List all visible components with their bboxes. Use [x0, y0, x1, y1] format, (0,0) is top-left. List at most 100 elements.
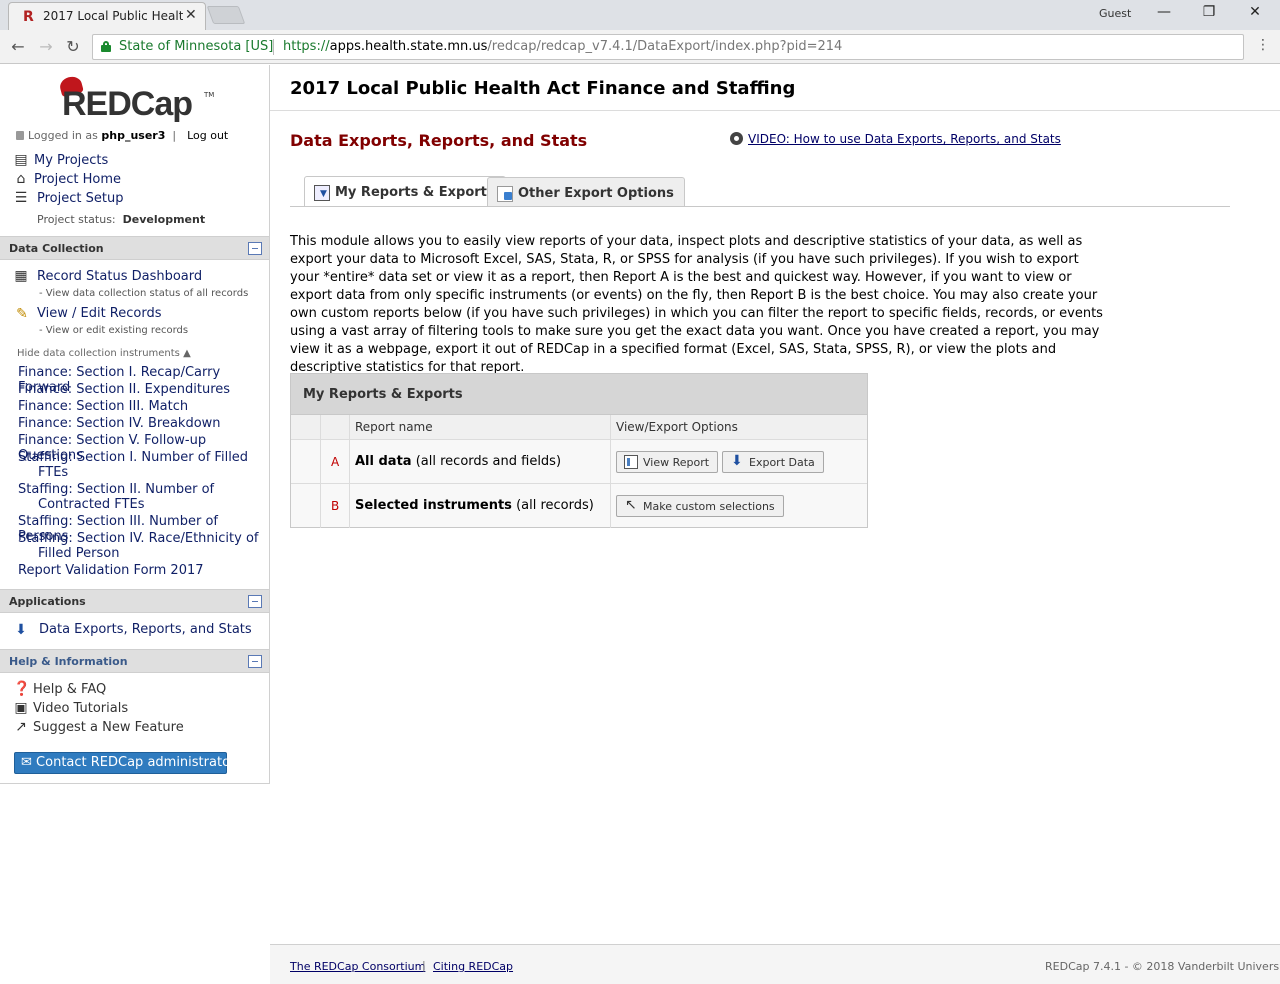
- secure-lock-icon[interactable]: [101, 41, 111, 52]
- document-icon: [497, 186, 513, 202]
- film-reel-icon: [730, 132, 743, 145]
- contact-admin-button[interactable]: ✉ Contact REDCap administrator: [14, 752, 235, 774]
- url-text[interactable]: https://apps.health.state.mn.us/redcap/r…: [283, 39, 842, 54]
- address-separator: [273, 39, 274, 55]
- instrument-link-continued[interactable]: FTEs: [38, 465, 283, 480]
- reports-table-header: My Reports & Exports: [291, 374, 867, 415]
- instrument-link[interactable]: Finance: Section IV. Breakdown: [18, 416, 263, 431]
- report-letter: A: [331, 455, 340, 469]
- sidebar-item-suggest-feature[interactable]: Suggest a New Feature: [33, 720, 184, 735]
- browser-tab-bar: R 2017 Local Public Health ✕ Guest — ❐ ✕: [0, 0, 1280, 30]
- sidebar-item-video-tutorials[interactable]: Video Tutorials: [33, 701, 128, 716]
- tab-my-reports-exports[interactable]: My Reports & Exports: [304, 176, 506, 207]
- project-status-value: Development: [122, 213, 206, 226]
- make-custom-selections-button[interactable]: Make custom selections: [616, 495, 784, 517]
- browser-menu-icon[interactable]: ⋮: [1256, 37, 1270, 53]
- tab-other-export-options[interactable]: Other Export Options: [487, 177, 685, 207]
- logout-link[interactable]: Log out: [187, 129, 228, 142]
- version-copyright: REDCap 7.4.1 - © 2018 Vanderbilt Univers…: [1045, 960, 1280, 973]
- report-letter: B: [331, 499, 340, 513]
- hide-instruments-toggle[interactable]: Hide data collection instruments ▲: [17, 348, 191, 359]
- film-icon: ▣: [14, 700, 28, 716]
- dashboard-grid-icon: ▦: [14, 268, 28, 284]
- video-link[interactable]: VIDEO: How to use Data Exports, Reports,…: [730, 132, 1061, 146]
- reload-icon[interactable]: ↻: [63, 37, 83, 56]
- tabs-divider: [290, 206, 1230, 207]
- secure-org-label[interactable]: State of Minnesota [US]: [119, 39, 273, 54]
- instrument-link[interactable]: Finance: Section III. Match: [18, 399, 263, 414]
- minimize-icon[interactable]: —: [1154, 4, 1174, 20]
- edit-records-icon: ✎: [16, 306, 28, 322]
- data-export-icon: ⬇: [15, 622, 27, 638]
- browser-toolbar: ← → ↻ State of Minnesota [US] https://ap…: [0, 30, 1280, 64]
- sidebar-item-view-edit-records[interactable]: View / Edit Records: [37, 306, 162, 321]
- trademark-mark: TM: [204, 91, 215, 99]
- sidebar-item-project-setup[interactable]: Project Setup: [37, 191, 123, 206]
- instrument-link-continued[interactable]: Filled Person: [38, 546, 283, 561]
- sidebar-item-my-projects[interactable]: My Projects: [34, 153, 108, 168]
- instrument-link[interactable]: Finance: Section II. Expenditures: [18, 382, 263, 397]
- project-status: Project status: Development: [37, 213, 206, 226]
- sidebar: REDCap TM Logged in as php_user3 | Log o…: [0, 65, 270, 784]
- browser-tab[interactable]: R 2017 Local Public Health ✕: [8, 2, 206, 30]
- table-row: B Selected instruments (all records) Mak…: [291, 484, 867, 528]
- forward-arrow-icon[interactable]: →: [36, 37, 56, 56]
- address-bar[interactable]: State of Minnesota [US] https://apps.hea…: [92, 34, 1244, 60]
- reports-table: My Reports & Exports Report name View/Ex…: [290, 373, 868, 528]
- collapse-applications-icon[interactable]: [248, 595, 262, 608]
- sidebar-item-project-home[interactable]: Project Home: [34, 172, 121, 187]
- envelope-icon: ✉: [21, 755, 32, 770]
- sidebar-item-help-faq[interactable]: Help & FAQ: [33, 682, 106, 697]
- applications-header: Applications: [0, 589, 269, 613]
- instrument-link[interactable]: Report Validation Form 2017: [18, 563, 263, 578]
- external-link-icon: ↗: [15, 719, 27, 735]
- report-name: Selected instruments (all records): [355, 498, 594, 513]
- back-arrow-icon[interactable]: ←: [8, 37, 28, 56]
- cursor-icon: [624, 497, 638, 513]
- data-collection-title: Data Collection: [9, 242, 104, 255]
- table-row: A All data (all records and fields) View…: [291, 440, 867, 484]
- export-arrow-icon: [730, 453, 744, 469]
- page-title: 2017 Local Public Health Act Finance and…: [290, 78, 796, 99]
- data-collection-header: Data Collection: [0, 236, 269, 260]
- applications-title: Applications: [9, 595, 86, 608]
- reports-table-title: My Reports & Exports: [303, 387, 463, 402]
- export-tab-icon: [314, 185, 330, 201]
- guest-profile-label[interactable]: Guest: [1099, 7, 1131, 20]
- instrument-link[interactable]: Staffing: Section IV. Race/Ethnicity of: [18, 531, 263, 546]
- reports-column-headers: Report name View/Export Options: [291, 415, 867, 440]
- collapse-help-icon[interactable]: [248, 655, 262, 668]
- export-data-button[interactable]: Export Data: [722, 451, 824, 473]
- sidebar-item-data-exports[interactable]: Data Exports, Reports, and Stats: [39, 622, 252, 637]
- sidebar-item-record-status-dashboard[interactable]: Record Status Dashboard: [37, 269, 202, 284]
- my-projects-icon: ▤: [14, 152, 28, 168]
- view-report-button[interactable]: View Report: [616, 451, 719, 473]
- instrument-link[interactable]: Staffing: Section I. Number of Filled: [18, 450, 263, 465]
- close-tab-icon[interactable]: ✕: [185, 7, 197, 23]
- instrument-link[interactable]: Staffing: Section II. Number of: [18, 482, 263, 497]
- logo-text: REDCap: [62, 85, 193, 123]
- redcap-favicon-icon: R: [23, 9, 34, 25]
- new-tab-button[interactable]: [206, 6, 246, 24]
- help-title: Help & Information: [9, 655, 128, 668]
- caret-up-icon: ▲: [183, 348, 191, 359]
- footer-separator: |: [422, 959, 426, 972]
- close-window-icon[interactable]: ✕: [1245, 4, 1265, 20]
- home-icon: ⌂: [16, 171, 26, 187]
- instrument-link-continued[interactable]: Contracted FTEs: [38, 497, 283, 512]
- collapse-data-collection-icon[interactable]: [248, 242, 262, 255]
- restore-icon[interactable]: ❐: [1199, 4, 1219, 20]
- view-report-icon: [624, 455, 638, 469]
- title-divider: [270, 110, 1280, 111]
- citing-redcap-link[interactable]: Citing REDCap: [433, 960, 513, 973]
- consortium-link[interactable]: The REDCap Consortium: [290, 960, 425, 973]
- view-edit-note: - View or edit existing records: [39, 325, 189, 336]
- list-icon: ☰: [14, 190, 28, 206]
- browser-tab-title: 2017 Local Public Health: [43, 9, 183, 23]
- footer: The REDCap Consortium | Citing REDCap RE…: [270, 944, 1280, 984]
- lock-icon: [16, 131, 24, 140]
- section-title: Data Exports, Reports, and Stats: [290, 131, 588, 150]
- redcap-logo[interactable]: REDCap TM: [56, 74, 216, 125]
- username: php_user3: [101, 129, 166, 142]
- col-view-export-options: View/Export Options: [616, 420, 738, 434]
